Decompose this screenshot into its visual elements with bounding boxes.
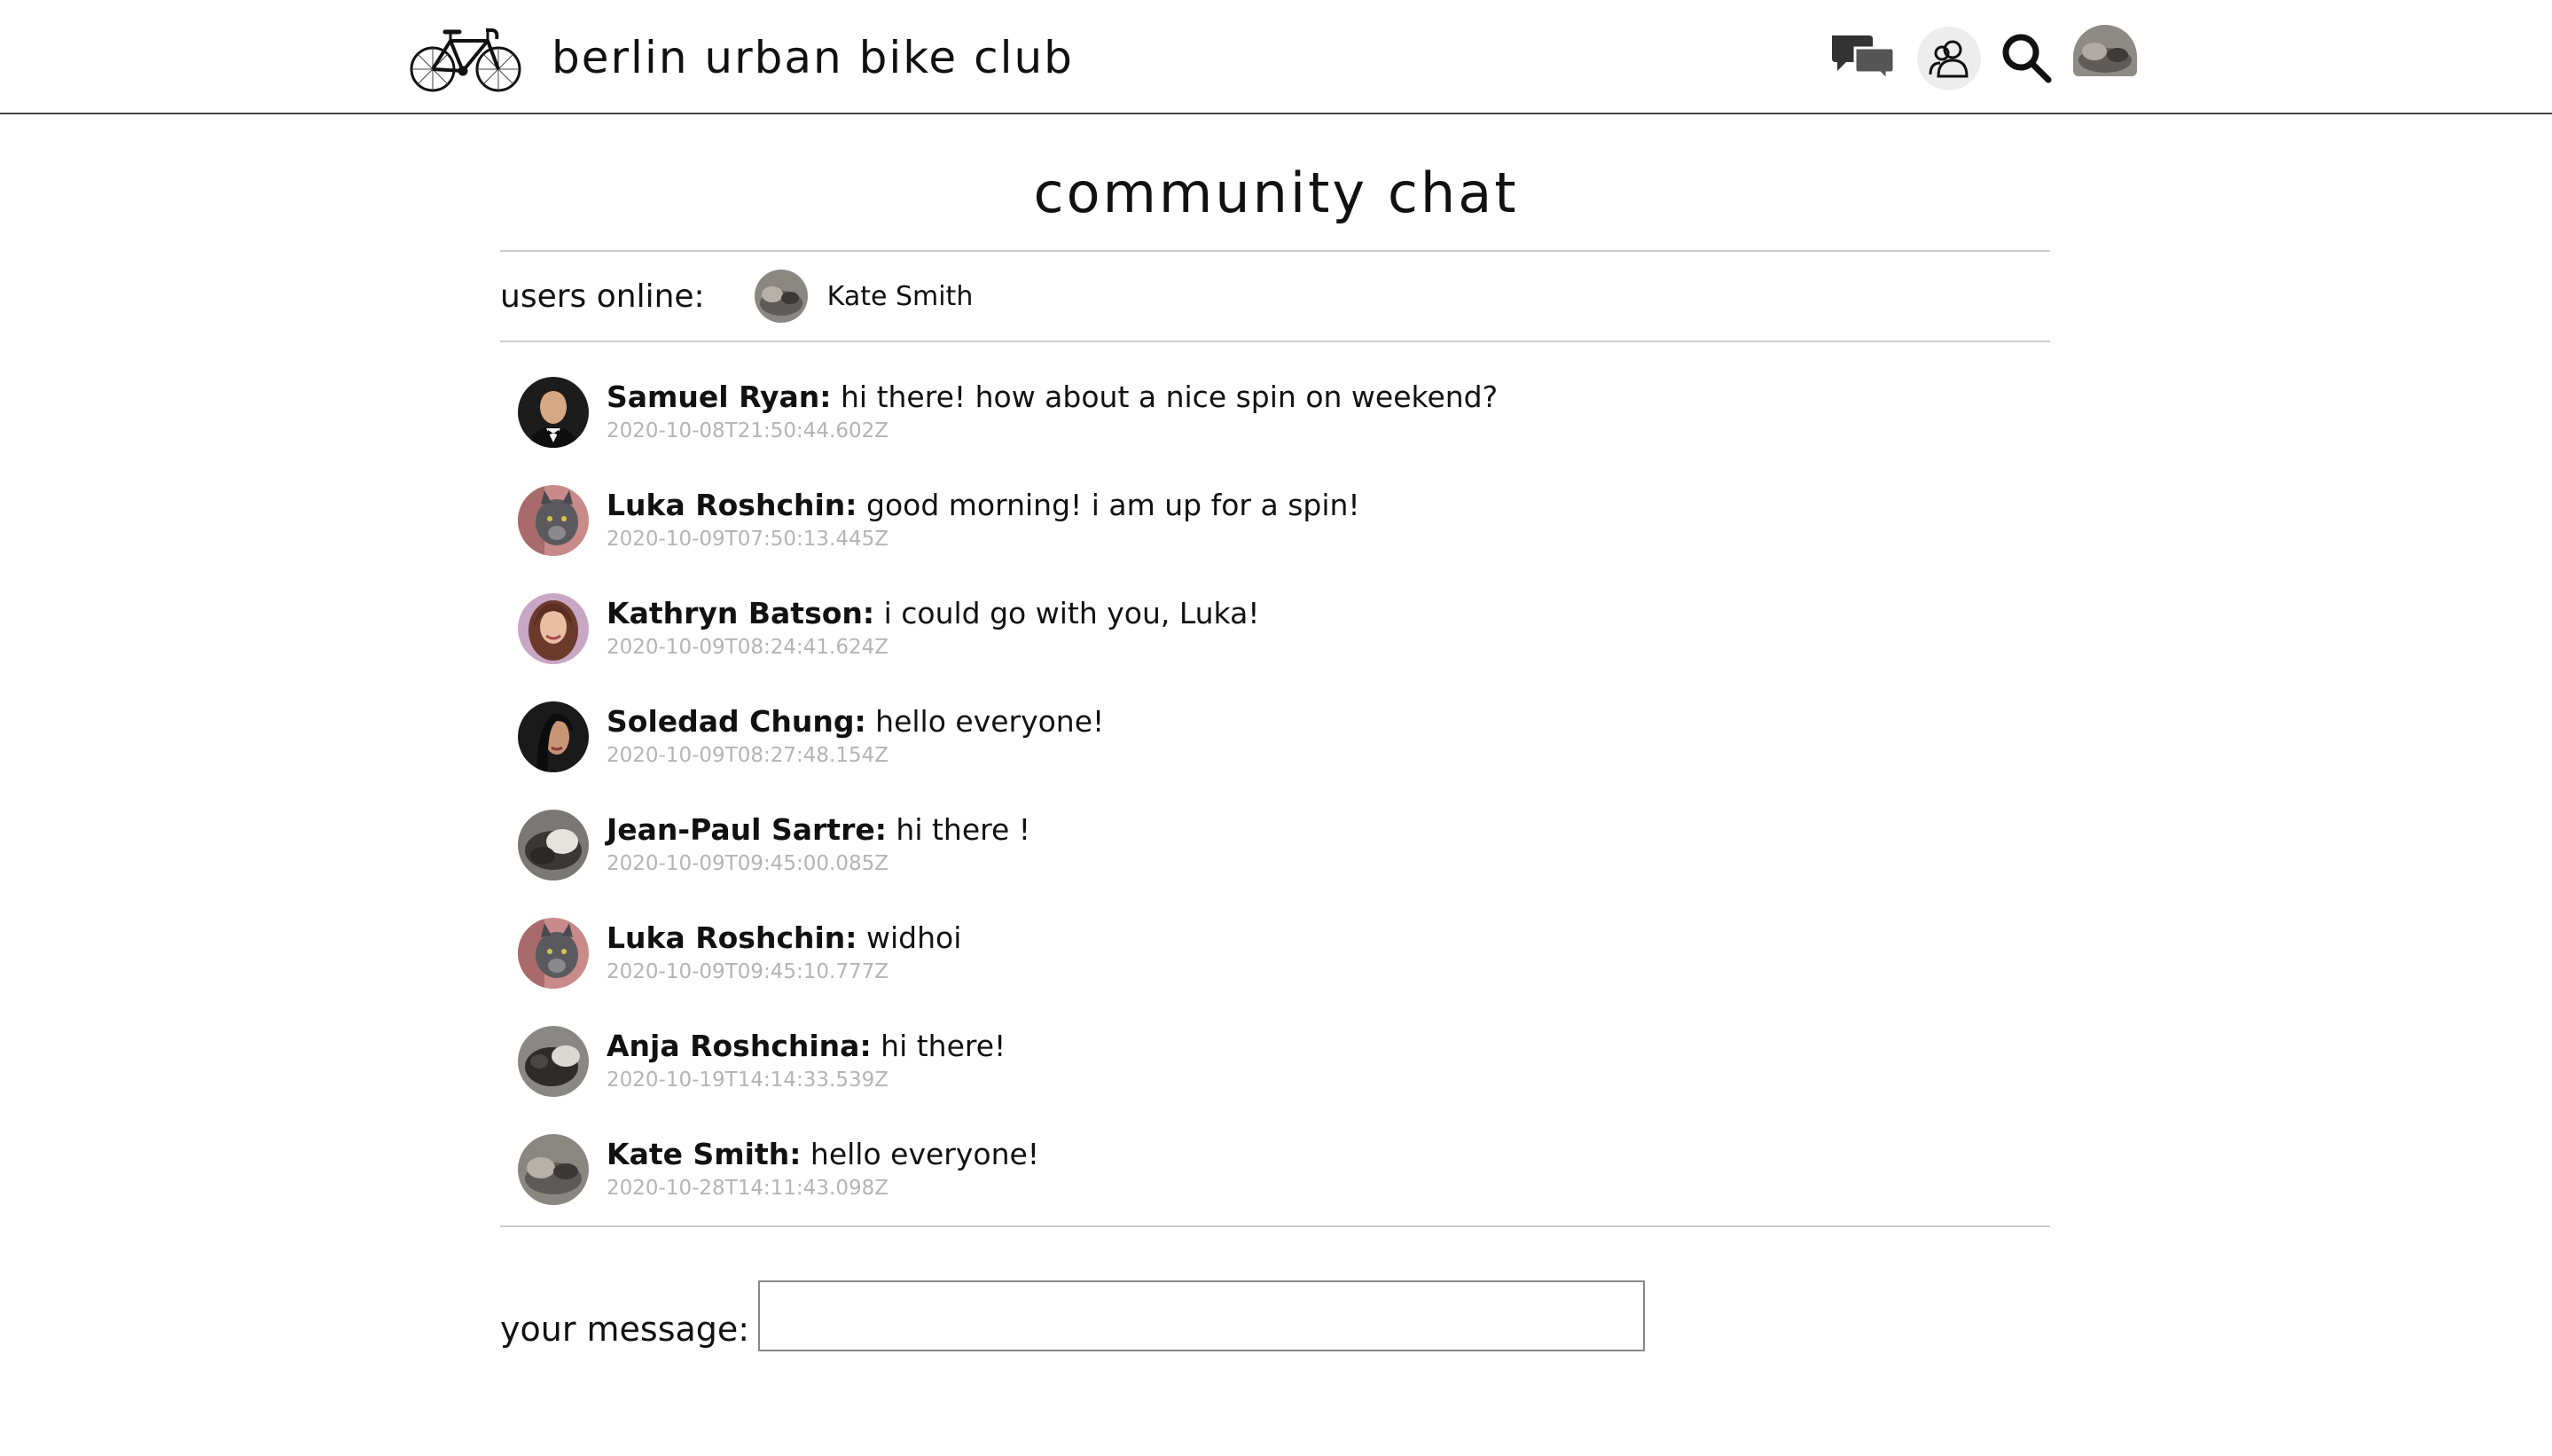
- chat-message: Luka Roshchin: widhoi 2020-10-09T09:45:1…: [518, 913, 2025, 1022]
- message-author: Kate Smith:: [607, 1137, 802, 1171]
- message-timestamp: 2020-10-08T21:50:44.602Z: [607, 419, 889, 442]
- users-online-label: users online:: [500, 278, 705, 315]
- chat-message: Jean-Paul Sartre: hi there ! 2020-10-09T…: [518, 805, 2025, 913]
- friends-icon[interactable]: [1917, 27, 1981, 90]
- message-timestamp: 2020-10-28T14:11:43.098Z: [607, 1177, 889, 1200]
- avatar[interactable]: [518, 1026, 589, 1097]
- message-author: Kathryn Batson:: [607, 596, 875, 630]
- avatar[interactable]: [518, 810, 589, 881]
- chat-message: Samuel Ryan: hi there! how about a nice …: [518, 372, 2025, 481]
- divider: [500, 1225, 2050, 1227]
- site-title[interactable]: berlin urban bike club: [552, 27, 1074, 89]
- avatar[interactable]: [518, 377, 589, 448]
- message-author: Luka Roshchin:: [607, 920, 857, 955]
- avatar[interactable]: [518, 1134, 589, 1205]
- avatar[interactable]: [518, 485, 589, 556]
- message-author: Soledad Chung:: [607, 704, 866, 739]
- avatar[interactable]: [518, 918, 589, 989]
- page-title: community chat: [1033, 160, 1519, 225]
- message-text: i could go with you, Luka!: [883, 596, 1260, 630]
- message-timestamp: 2020-10-09T08:27:48.154Z: [607, 744, 889, 767]
- message-text: hi there! how about a nice spin on weeke…: [841, 380, 1499, 414]
- message-author: Samuel Ryan:: [607, 380, 832, 414]
- message-author: Anja Roshchina:: [607, 1029, 872, 1063]
- message-author: Jean-Paul Sartre:: [607, 812, 887, 847]
- chat-message: Soledad Chung: hello everyone! 2020-10-0…: [518, 697, 2025, 805]
- message-text: hello everyone!: [875, 704, 1105, 739]
- message-input[interactable]: [758, 1280, 1646, 1351]
- message-author: Luka Roshchin:: [607, 488, 857, 522]
- chat-message-list: Samuel Ryan: hi there! how about a nice …: [518, 372, 2025, 1238]
- chat-message: Kathryn Batson: i could go with you, Luk…: [518, 589, 2025, 697]
- message-timestamp: 2020-10-09T08:24:41.624Z: [607, 636, 889, 659]
- message-timestamp: 2020-10-09T09:45:00.085Z: [607, 852, 889, 875]
- chat-message: Luka Roshchin: good morning! i am up for…: [518, 481, 2025, 589]
- avatar[interactable]: [518, 593, 589, 664]
- message-text: hi there!: [881, 1029, 1006, 1063]
- top-nav-bar: berlin urban bike club: [0, 0, 2552, 114]
- divider: [500, 341, 2050, 342]
- message-timestamp: 2020-10-19T14:14:33.539Z: [607, 1069, 889, 1092]
- message-composer: your message:: [500, 1280, 1646, 1351]
- message-text: hello everyone!: [810, 1137, 1040, 1171]
- chat-bubbles-icon[interactable]: [1828, 32, 1896, 82]
- divider: [500, 250, 2050, 252]
- search-icon[interactable]: [1997, 28, 2055, 87]
- message-text: widhoi: [866, 920, 962, 955]
- chat-message: Anja Roshchina: hi there! 2020-10-19T14:…: [518, 1022, 2025, 1130]
- online-user-name[interactable]: Kate Smith: [827, 281, 974, 312]
- users-online-bar: users online: Kate Smith: [500, 254, 2050, 339]
- profile-avatar[interactable]: [2073, 25, 2137, 76]
- message-timestamp: 2020-10-09T07:50:13.445Z: [607, 528, 889, 551]
- message-timestamp: 2020-10-09T09:45:10.777Z: [607, 960, 889, 983]
- bicycle-logo-icon[interactable]: [410, 20, 521, 94]
- message-input-label: your message:: [500, 1310, 750, 1349]
- message-text: good morning! i am up for a spin!: [866, 488, 1360, 522]
- message-text: hi there !: [896, 812, 1031, 847]
- chat-message: Kate Smith: hello everyone! 2020-10-28T1…: [518, 1130, 2025, 1238]
- avatar[interactable]: [518, 701, 589, 772]
- online-user-avatar[interactable]: [754, 270, 808, 323]
